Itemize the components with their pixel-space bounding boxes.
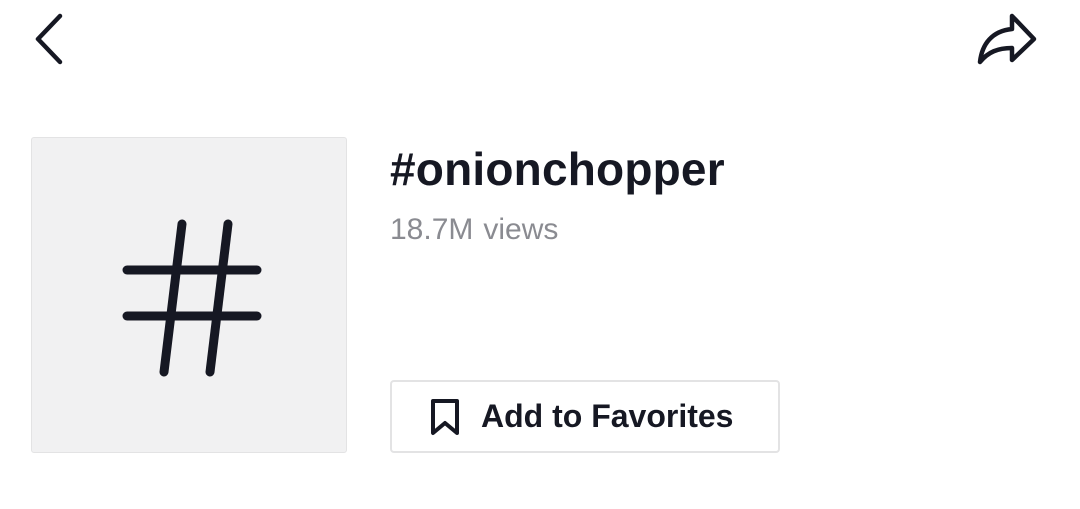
views-count-row: 18.7M views [390,210,1050,250]
hashtag-thumbnail [31,137,347,453]
hashtag-icon [122,219,262,377]
hashtag-info: #onionchopper 18.7M views [390,140,1050,250]
add-to-favorites-label: Add to Favorites [481,398,734,434]
back-button[interactable] [28,10,72,68]
chevron-left-icon [35,13,63,65]
views-count: 18.7M [390,213,474,246]
bookmark-icon [429,398,461,436]
share-arrow-icon [977,13,1037,65]
views-label: views [483,213,559,246]
top-bar [0,0,1080,80]
hashtag-title: #onionchopper [390,143,725,195]
add-to-favorites-button[interactable]: Add to Favorites [390,380,780,453]
share-button[interactable] [972,8,1042,70]
